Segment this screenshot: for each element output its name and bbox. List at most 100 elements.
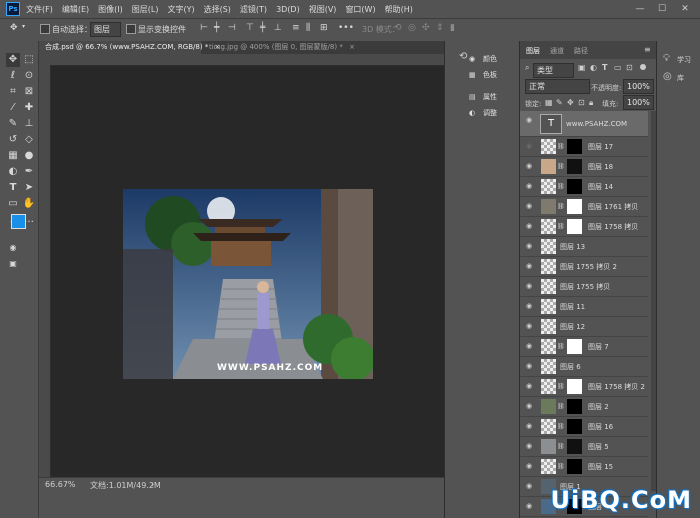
layer-row[interactable]: ◉ ⛓ 图层 2 xyxy=(520,397,648,417)
visibility-eye-icon[interactable]: ◉ xyxy=(526,242,535,251)
panel-libraries[interactable]: 库 xyxy=(677,73,684,83)
align-vcenter-icon[interactable]: ╪ xyxy=(260,23,265,33)
3d-rotate-icon[interactable]: ⟲ xyxy=(394,23,402,33)
type-tool-icon[interactable]: T xyxy=(6,181,20,195)
layer-name[interactable]: 图层 12 xyxy=(560,322,585,332)
menu-select[interactable]: 选择(S) xyxy=(204,4,231,15)
frame-tool-icon[interactable]: ⊠ xyxy=(22,85,36,99)
screen-mode-icon[interactable]: ▣ xyxy=(6,257,20,271)
align-left-icon[interactable]: ⊢ xyxy=(200,23,208,33)
layer-name[interactable]: 图层 1755 拷贝 xyxy=(560,282,610,292)
layer-name[interactable]: 图层 2 xyxy=(588,402,609,412)
panel-learn[interactable]: 学习 xyxy=(677,55,691,65)
menu-type[interactable]: 文字(Y) xyxy=(167,4,194,15)
zoom-level[interactable]: 66.67% xyxy=(45,480,76,489)
learn-icon[interactable]: 💡︎ xyxy=(663,53,670,64)
stamp-tool-icon[interactable]: ⊥ xyxy=(22,117,36,131)
panel-properties-icon[interactable]: ▤ xyxy=(469,89,476,105)
gradient-tool-icon[interactable]: ▦ xyxy=(6,149,20,163)
path-select-tool-icon[interactable]: ➤ xyxy=(22,181,36,195)
layer-row[interactable]: ◉ 图层 12 xyxy=(520,317,648,337)
panel-color[interactable]: 颜色 xyxy=(483,51,497,67)
move-tool-icon[interactable]: ✥ xyxy=(10,23,18,33)
visibility-eye-icon[interactable]: ◉ xyxy=(526,442,535,451)
fill-field[interactable]: 100% xyxy=(623,95,654,110)
tab-channels[interactable]: 通道 xyxy=(550,45,564,57)
visibility-eye-icon[interactable]: ◉ xyxy=(526,502,535,511)
quick-mask-icon[interactable]: ◉ xyxy=(6,241,20,255)
close-tab-icon[interactable]: × xyxy=(349,43,355,51)
layer-row[interactable]: ◉ ⛓ 图层 1758 拷贝 xyxy=(520,217,648,237)
3d-slide-icon[interactable]: ⇕ xyxy=(436,23,444,33)
layer-row[interactable]: ◉ ⛓ 图层 15 xyxy=(520,457,648,477)
panel-properties[interactable]: 属性 xyxy=(483,89,497,105)
layer-row[interactable]: ◉ ⛓ 图层 16 xyxy=(520,417,648,437)
dodge-tool-icon[interactable]: ◐ xyxy=(6,165,20,179)
distribute-icon[interactable]: ≡ xyxy=(292,23,300,33)
visibility-eye-icon[interactable]: ◉ xyxy=(526,462,535,471)
menu-help[interactable]: 帮助(H) xyxy=(385,4,413,15)
filter-pixel-icon[interactable]: ▣ xyxy=(578,63,586,72)
visibility-eye-icon[interactable]: ◉ xyxy=(526,116,535,125)
layer-name[interactable]: 图层 13 xyxy=(560,242,585,252)
lock-image-icon[interactable]: ✎ xyxy=(556,98,563,107)
move-tool-icon[interactable]: ✥ xyxy=(6,53,20,67)
visibility-eye-icon[interactable]: ◉ xyxy=(526,382,535,391)
layer-row[interactable]: ◉ ⛓ 图层 1758 拷贝 2 xyxy=(520,377,648,397)
align-right-icon[interactable]: ⊣ xyxy=(228,23,236,33)
eyedropper-tool-icon[interactable]: ⁄ xyxy=(6,101,20,115)
layer-name[interactable]: 图层 18 xyxy=(588,162,613,172)
marquee-tool-icon[interactable]: ⬚ xyxy=(22,53,36,67)
layer-name[interactable]: 图层 7 xyxy=(588,342,609,352)
menu-3d[interactable]: 3D(D) xyxy=(276,5,300,14)
filter-shape-icon[interactable]: ▭ xyxy=(614,63,622,72)
menu-image[interactable]: 图像(I) xyxy=(98,4,123,15)
distribute-h-icon[interactable]: ⫼ xyxy=(306,23,310,33)
layer-name[interactable]: 图层 5 xyxy=(588,442,609,452)
visibility-eye-icon[interactable]: ◉ xyxy=(526,482,535,491)
layer-row[interactable]: ◉ 图层 1755 拷贝 xyxy=(520,277,648,297)
3d-roll-icon[interactable]: ◎ xyxy=(408,23,416,33)
visibility-eye-icon[interactable]: ◉ xyxy=(526,202,535,211)
visibility-eye-icon[interactable]: ◉ xyxy=(526,142,535,151)
menu-layer[interactable]: 图层(L) xyxy=(132,4,159,15)
panel-swatches[interactable]: 色板 xyxy=(483,67,497,83)
history-panel-icon[interactable]: ⟲ xyxy=(459,51,467,62)
tab-paths[interactable]: 路径 xyxy=(574,45,588,57)
filter-toggle-icon[interactable] xyxy=(640,64,646,70)
chevron-right-icon[interactable]: › xyxy=(151,480,154,489)
layer-name[interactable]: 图层 14 xyxy=(588,182,613,192)
visibility-eye-icon[interactable]: ◉ xyxy=(526,302,535,311)
visibility-eye-icon[interactable]: ◉ xyxy=(526,162,535,171)
layer-name[interactable]: 图层 16 xyxy=(588,422,613,432)
distribute-v-icon[interactable]: ⊞ xyxy=(320,23,328,33)
auto-select-dropdown[interactable]: 图层 xyxy=(90,22,121,37)
layer-row[interactable]: ◉ 图层 1755 拷贝 2 xyxy=(520,257,648,277)
filter-smartobject-icon[interactable]: ⊡ xyxy=(626,63,633,72)
pen-tool-icon[interactable]: ✒ xyxy=(22,165,36,179)
layer-row[interactable]: ◉ ⛓ 图层 14 xyxy=(520,177,648,197)
layer-row[interactable]: ◉ 图层 11 xyxy=(520,297,648,317)
visibility-eye-icon[interactable]: ◉ xyxy=(526,222,535,231)
menu-window[interactable]: 窗口(W) xyxy=(345,4,375,15)
minimize-icon[interactable]: — xyxy=(632,2,648,16)
lock-position-icon[interactable]: ✥ xyxy=(567,98,574,107)
panel-color-icon[interactable]: ◉ xyxy=(469,51,475,67)
layer-name[interactable]: 图层 15 xyxy=(588,462,613,472)
history-brush-tool-icon[interactable]: ↺ xyxy=(6,133,20,147)
layer-name[interactable]: 图层 6 xyxy=(560,362,581,372)
lock-transparent-icon[interactable]: ▦ xyxy=(545,98,553,107)
layer-row[interactable]: ◉ 图层 13 xyxy=(520,237,648,257)
quick-select-tool-icon[interactable]: ⊙ xyxy=(22,69,36,83)
visibility-eye-icon[interactable]: ◉ xyxy=(526,262,535,271)
foreground-color-swatch[interactable] xyxy=(11,214,26,229)
menu-file[interactable]: 文件(F) xyxy=(26,4,53,15)
visibility-eye-icon[interactable]: ◉ xyxy=(526,402,535,411)
layer-name[interactable]: 图层 11 xyxy=(560,302,585,312)
layer-row[interactable]: ◉ ⛓ 图层 1761 拷贝 xyxy=(520,197,648,217)
layer-row[interactable]: ◉ ⛓ 图层 17 xyxy=(520,137,648,157)
lock-all-icon[interactable]: 🔒︎ xyxy=(589,98,593,108)
tab-layers[interactable]: 图层 xyxy=(526,45,540,57)
show-transform-checkbox[interactable] xyxy=(126,24,136,34)
visibility-eye-icon[interactable]: ◉ xyxy=(526,282,535,291)
